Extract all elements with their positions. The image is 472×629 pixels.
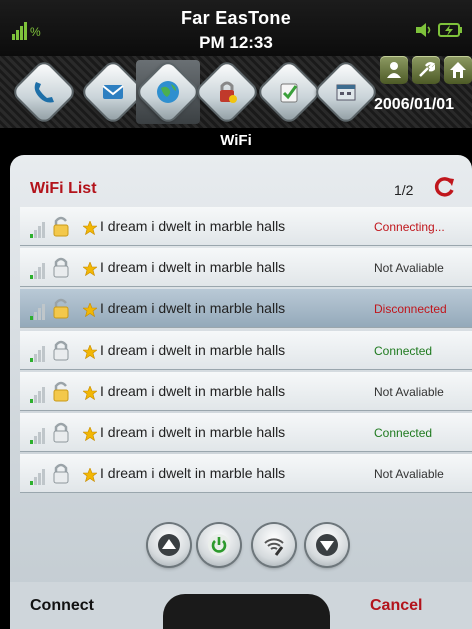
list-header: WiFi List 1/2 — [20, 172, 472, 202]
unlock-icon — [53, 216, 69, 237]
wifi-screen: % Far EasTone PM 12:33 2006/01/01 WiFi W… — [0, 0, 472, 629]
network-name: I dream i dwelt in marble halls — [100, 300, 286, 317]
signal-strength-icon — [30, 469, 45, 486]
clock: PM 12:33 — [199, 33, 273, 52]
app-toolbar — [0, 56, 472, 128]
connect-button[interactable]: Connect — [30, 597, 94, 615]
connection-status: Disconnected — [374, 302, 447, 317]
favorite-star-icon — [83, 468, 97, 483]
scroll-down-icon — [316, 534, 338, 556]
network-name: I dream i dwelt in marble halls — [100, 465, 286, 482]
list-title: WiFi List — [30, 180, 97, 197]
contacts-icon[interactable] — [380, 56, 408, 84]
unlock-icon — [53, 299, 69, 319]
power-icon — [208, 534, 230, 556]
wifi-list-item[interactable]: I dream i dwelt in marble halls Connectin… — [20, 207, 472, 246]
signal-strength-icon — [30, 263, 45, 280]
wifi-settings-icon — [264, 538, 284, 556]
security-app-icon[interactable] — [195, 60, 259, 124]
wifi-list-item[interactable]: I dream i dwelt in marble halls Not Avali… — [20, 248, 472, 288]
scroll-up-button[interactable] — [148, 524, 190, 566]
status-bar: % Far EasTone PM 12:33 — [0, 0, 472, 56]
favorite-star-icon — [83, 262, 97, 277]
connection-status: Not Avaliable — [374, 384, 444, 399]
lock-icon — [53, 463, 69, 484]
favorite-star-icon — [83, 426, 97, 441]
signal-strength-icon — [30, 345, 45, 362]
wifi-list-item[interactable]: I dream i dwelt in marble halls Connected — [20, 412, 472, 452]
wifi-list-item[interactable]: I dream i dwelt in marble halls Connected — [20, 330, 472, 370]
lock-icon — [53, 340, 69, 361]
network-name: I dream i dwelt in marble halls — [100, 423, 286, 440]
network-name: I dream i dwelt in marble halls — [100, 341, 286, 358]
calendar-app-icon[interactable] — [314, 60, 378, 124]
wifi-settings-button[interactable] — [253, 524, 295, 566]
internet-app-icon[interactable] — [136, 60, 200, 124]
favorite-star-icon — [83, 303, 97, 318]
signal-strength-icon — [30, 427, 45, 444]
connection-status: Connecting... — [374, 220, 445, 234]
favorite-star-icon — [83, 385, 97, 400]
network-name: I dream i dwelt in marble halls — [100, 259, 286, 276]
unlock-icon — [53, 381, 69, 402]
network-name: I dream i dwelt in marble halls — [100, 218, 286, 234]
favorite-star-icon — [83, 344, 97, 359]
connection-status: Connected — [374, 425, 433, 440]
scroll-down-button[interactable] — [306, 524, 348, 566]
network-name: I dream i dwelt in marble halls — [100, 382, 286, 399]
connection-status: Not Avaliable — [374, 467, 444, 482]
wifi-list-item[interactable]: I dream i dwelt in marble halls Disconnec… — [20, 289, 472, 329]
favorite-star-icon — [83, 221, 97, 235]
lock-icon — [53, 257, 69, 278]
wifi-list-item[interactable]: I dream i dwelt in marble halls Not Avali… — [20, 371, 472, 411]
lock-icon — [53, 422, 69, 443]
home-icon[interactable] — [444, 56, 472, 84]
settings-icon[interactable] — [412, 56, 440, 84]
signal-strength-icon — [30, 386, 45, 403]
signal-strength-icon — [30, 304, 45, 321]
softkey-divider-tab — [163, 594, 330, 629]
scroll-up-icon — [158, 534, 180, 556]
app-title: WiFi — [220, 132, 252, 149]
cancel-button[interactable]: Cancel — [370, 597, 422, 615]
connection-status: Connected — [374, 343, 433, 358]
signal-strength-icon — [30, 222, 45, 238]
speaker-icon[interactable] — [416, 22, 434, 38]
connection-status: Not Avaliable — [374, 261, 444, 276]
tasks-app-icon[interactable] — [257, 60, 321, 124]
page-indicator: 1/2 — [394, 182, 414, 198]
carrier-name: Far EasTone — [181, 8, 291, 28]
battery-icon — [438, 23, 462, 37]
wifi-list: I dream i dwelt in marble halls Connectin… — [20, 207, 472, 495]
power-button[interactable] — [198, 524, 240, 566]
wifi-list-item[interactable]: I dream i dwelt in marble halls Not Avali… — [20, 454, 472, 494]
date-display: 2006/01/01 — [374, 96, 455, 113]
phone-app-icon[interactable] — [12, 60, 76, 124]
refresh-icon[interactable] — [434, 176, 456, 198]
